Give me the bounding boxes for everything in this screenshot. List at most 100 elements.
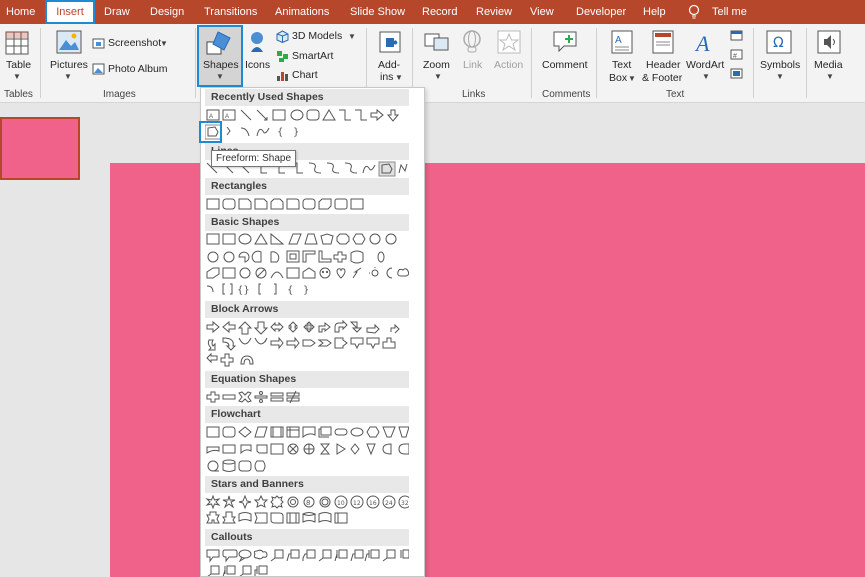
symbols-icon: Ω (766, 30, 792, 54)
svg-text:#: # (733, 53, 737, 60)
text-box-button[interactable]: Text (612, 59, 631, 71)
chevron-down-icon: ▼ (702, 72, 710, 81)
svg-text:{}: {} (237, 285, 250, 296)
link-icon (463, 30, 481, 53)
object-icon (730, 68, 743, 79)
tab-design[interactable]: Design (150, 0, 184, 24)
svg-text:12: 12 (353, 500, 361, 507)
freeform-shape-button[interactable] (199, 121, 222, 143)
tab-view[interactable]: View (530, 0, 554, 24)
group-separator (195, 28, 196, 98)
pictures-button[interactable]: Pictures (50, 59, 88, 71)
group-separator (596, 28, 597, 98)
chevron-down-icon: ▼ (395, 73, 403, 82)
callout-shape-icons[interactable] (205, 548, 410, 577)
slide-number-icon: # (730, 49, 743, 60)
svg-text:8: 8 (306, 499, 310, 507)
photo-album-icon (92, 63, 105, 75)
add-ins-label-2: ins (380, 71, 394, 83)
table-icon (5, 31, 29, 55)
group-label-comments: Comments (542, 89, 591, 100)
icons-icon (251, 32, 263, 52)
basic-shape-icons[interactable]: {} { } (205, 232, 410, 304)
callouts-grid (205, 548, 410, 577)
tell-me-search[interactable]: Tell me (712, 0, 747, 24)
chevron-down-icon: ▼ (216, 72, 224, 81)
tab-animations[interactable]: Animations (275, 0, 329, 24)
photo-album-button[interactable]: Photo Album (108, 63, 168, 75)
date-time-icon (730, 30, 743, 41)
3d-models-button[interactable]: 3D Models (292, 30, 342, 42)
star-banner-shape-icons[interactable]: 8 10 12 16 24 32 (205, 494, 412, 527)
chevron-down-icon: ▼ (434, 72, 442, 81)
freeform-tooltip: Freeform: Shape (211, 150, 297, 167)
comment-button[interactable]: Comment (542, 59, 588, 71)
svg-text:A: A (694, 31, 710, 54)
section-rectangles: Rectangles (205, 178, 409, 195)
header-footer-button[interactable]: Header (646, 59, 680, 71)
zoom-button[interactable]: Zoom (423, 59, 450, 71)
group-separator (531, 28, 532, 98)
shapes-label: Shapes (203, 59, 239, 71)
svg-text:}: } (303, 285, 309, 296)
svg-text:A: A (615, 35, 622, 46)
wordart-button[interactable]: WordArt (686, 59, 724, 71)
group-separator (753, 28, 754, 98)
screenshot-button[interactable]: Screenshot (108, 37, 161, 49)
symbols-button[interactable]: Symbols (760, 59, 800, 71)
recent-shape-icons[interactable]: A A (205, 108, 409, 124)
equation-shape-icons[interactable] (205, 390, 325, 406)
rectangle-shape-icons[interactable] (205, 197, 409, 213)
chevron-down-icon: ▼ (348, 32, 356, 41)
rectangles-row (205, 197, 409, 213)
stars-banners-grid: 8 10 12 16 24 32 (205, 494, 412, 527)
action-button[interactable]: Action (494, 59, 523, 71)
flowchart-grid (205, 425, 410, 473)
block-arrows-grid (205, 319, 409, 368)
tab-slide-show[interactable]: Slide Show (350, 0, 405, 24)
section-basic-shapes: Basic Shapes (205, 214, 409, 231)
smartart-button[interactable]: SmartArt (292, 50, 333, 62)
pictures-icon (56, 30, 82, 54)
cube-icon (276, 30, 289, 43)
text-box-icon: A (611, 30, 633, 54)
block-arrow-icons[interactable] (205, 319, 409, 368)
svg-text:10: 10 (337, 500, 345, 507)
add-ins-icon (379, 31, 401, 53)
flowchart-shape-icons[interactable] (205, 425, 410, 473)
tab-developer[interactable]: Developer (576, 0, 626, 24)
icons-button[interactable]: Icons (245, 59, 270, 71)
tab-help[interactable]: Help (643, 0, 666, 24)
tab-draw[interactable]: Draw (104, 0, 130, 24)
tab-review[interactable]: Review (476, 0, 512, 24)
zoom-icon (424, 33, 449, 51)
chevron-down-icon: ▼ (160, 39, 168, 48)
action-icon (497, 30, 521, 54)
slide-thumbnail[interactable] (0, 117, 80, 180)
recent-shape-icons-2[interactable]: { } (204, 124, 325, 140)
section-equation-shapes: Equation Shapes (205, 371, 409, 388)
add-ins-button[interactable]: Add- (378, 59, 400, 71)
svg-text:{: { (277, 127, 283, 138)
header-footer-icon (652, 30, 674, 54)
recent-shapes-row-2: { } (204, 124, 325, 140)
svg-text:A: A (209, 114, 213, 120)
tab-transitions[interactable]: Transitions (204, 0, 257, 24)
chart-icon (277, 72, 288, 81)
media-button[interactable]: Media (814, 59, 843, 71)
svg-text:16: 16 (369, 500, 377, 507)
chevron-down-icon: ▼ (64, 72, 72, 81)
link-button[interactable]: Link (463, 59, 482, 71)
svg-text:}: } (293, 127, 299, 138)
screenshot-icon (92, 38, 105, 49)
section-flowchart: Flowchart (205, 406, 409, 423)
tab-home[interactable]: Home (6, 0, 35, 24)
table-button[interactable]: Table (6, 59, 31, 71)
chevron-down-icon: ▼ (776, 72, 784, 81)
svg-text:{: { (287, 285, 293, 296)
tab-insert[interactable]: Insert (45, 0, 95, 24)
chart-button[interactable]: Chart (292, 69, 318, 81)
svg-text:32: 32 (401, 500, 409, 507)
tab-record[interactable]: Record (422, 0, 457, 24)
chevron-down-icon: ▼ (13, 72, 21, 81)
